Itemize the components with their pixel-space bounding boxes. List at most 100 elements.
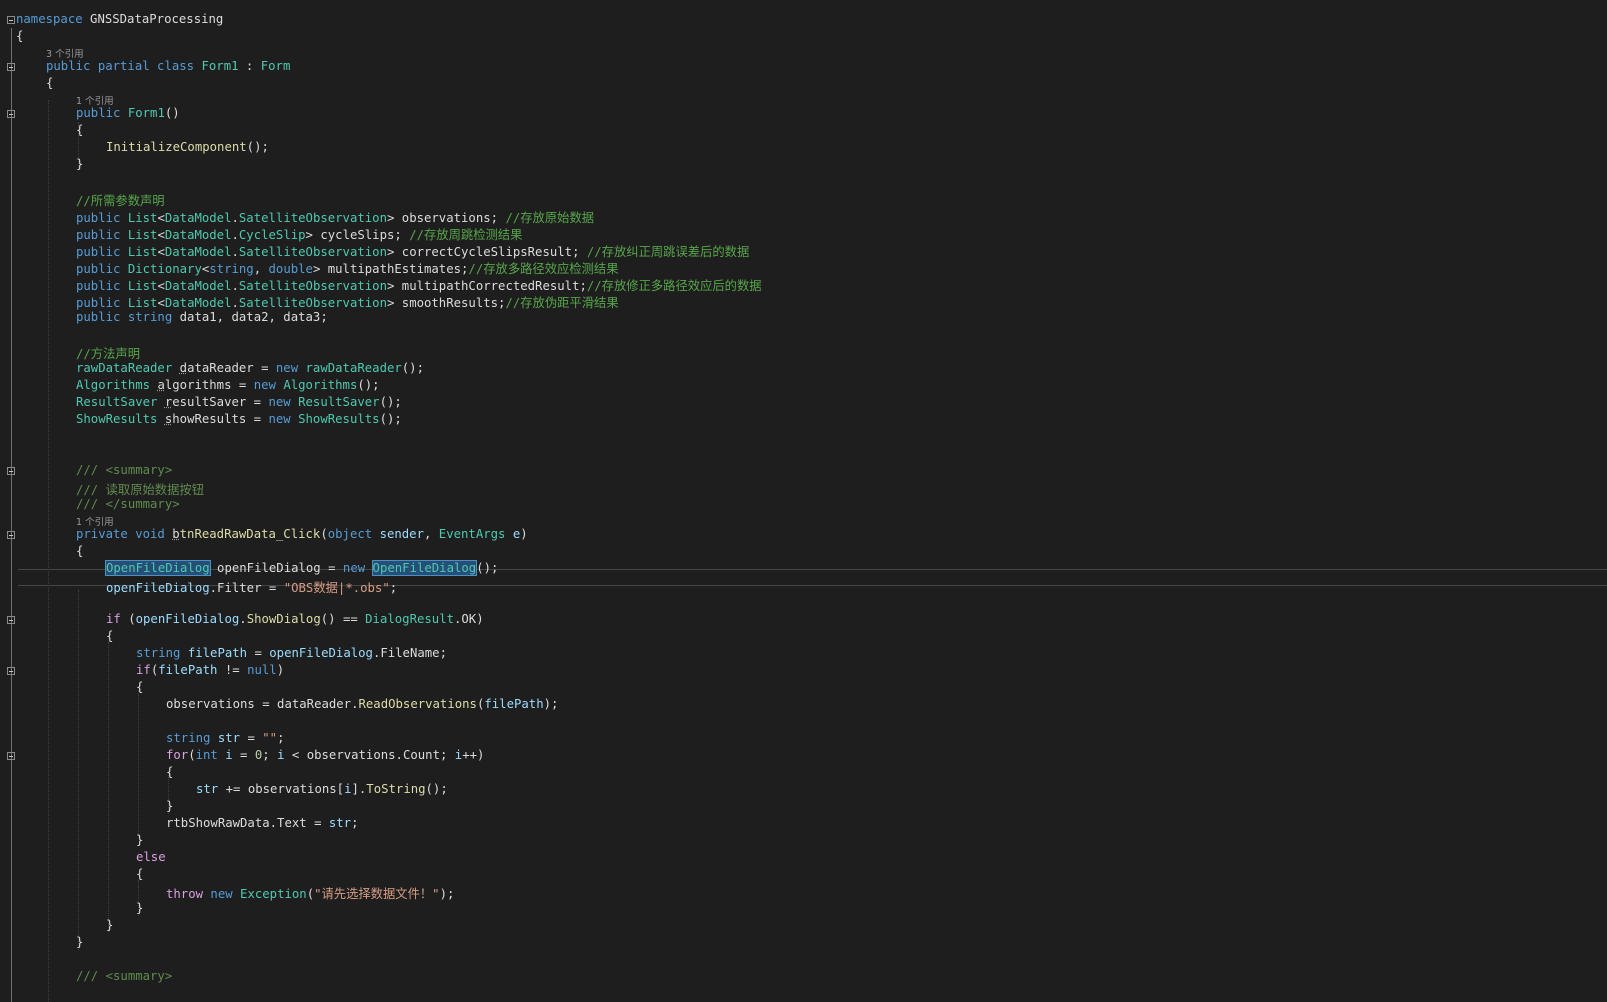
code-token: b: [172, 527, 180, 541]
code-line[interactable]: //方法声明: [76, 344, 140, 362]
code-token: null: [247, 663, 277, 677]
code-line[interactable]: string filePath = openFileDialog.FileNam…: [136, 646, 447, 660]
code-line[interactable]: }: [166, 799, 173, 813]
code-line[interactable]: Algorithms algorithms = new Algorithms()…: [76, 378, 380, 392]
code-line[interactable]: if (openFileDialog.ShowDialog() == Dialo…: [106, 612, 484, 626]
code-line[interactable]: public string data1, data2, data3;: [76, 310, 328, 324]
code-token: ].: [351, 782, 367, 796]
code-line[interactable]: public List<DataModel.SatelliteObservati…: [76, 276, 762, 294]
code-token: .: [231, 296, 239, 310]
code-token: //存放多路径效应检测结果: [468, 262, 619, 276]
code-token: openFileDialog =: [209, 561, 343, 575]
code-token: (: [320, 527, 328, 541]
code-line[interactable]: rtbShowRawData.Text = str;: [166, 816, 359, 830]
code-token: ToString: [366, 782, 426, 796]
collapse-icon[interactable]: [7, 467, 15, 475]
code-line[interactable]: {: [136, 867, 143, 881]
code-token: ShowResults: [76, 412, 158, 426]
code-token: namespace: [16, 12, 83, 26]
code-line[interactable]: public Dictionary<string, double> multip…: [76, 259, 619, 277]
code-line[interactable]: rawDataReader dataReader = new rawDataRe…: [76, 361, 424, 375]
code-line[interactable]: {: [46, 76, 53, 90]
code-token: }: [76, 935, 84, 949]
code-token: List: [127, 296, 158, 310]
code-line[interactable]: for(int i = 0; i < observations.Count; i…: [166, 748, 484, 762]
code-line[interactable]: {: [166, 765, 173, 779]
code-line[interactable]: InitializeComponent();: [106, 140, 269, 154]
code-token: new: [253, 378, 284, 392]
code-line[interactable]: public List<DataModel.CycleSlip> cycleSl…: [76, 225, 522, 243]
code-line[interactable]: {: [16, 29, 23, 43]
code-line[interactable]: public Form1(): [76, 106, 180, 120]
code-line[interactable]: /// <summary>: [76, 969, 172, 983]
code-line[interactable]: observations = dataReader.ReadObservatio…: [166, 697, 558, 711]
code-line[interactable]: }: [106, 918, 113, 932]
code-token: DataModel: [164, 279, 232, 293]
code-line[interactable]: namespace GNSSDataProcessing: [16, 12, 223, 26]
code-line[interactable]: string str = "";: [166, 731, 284, 745]
code-token: DataModel: [164, 296, 232, 310]
code-token: > observations;: [386, 211, 506, 225]
code-token: throw: [166, 887, 211, 901]
code-token: (: [128, 612, 136, 626]
code-line[interactable]: }: [136, 833, 143, 847]
code-line[interactable]: else: [136, 850, 166, 864]
code-token: <: [157, 228, 165, 242]
code-line[interactable]: {: [76, 123, 83, 137]
code-line[interactable]: {: [76, 544, 83, 558]
code-line[interactable]: }: [76, 935, 83, 949]
code-token: ReadObservations: [358, 697, 477, 711]
code-line[interactable]: if(filePath != null): [136, 663, 284, 677]
code-line[interactable]: public List<DataModel.SatelliteObservati…: [76, 242, 749, 260]
code-token: .: [231, 211, 239, 225]
code-line[interactable]: throw new Exception("请先选择数据文件！");: [166, 884, 454, 902]
code-line[interactable]: str += observations[i].ToString();: [196, 782, 448, 796]
code-line[interactable]: public List<DataModel.SatelliteObservati…: [76, 208, 594, 226]
collapse-icon[interactable]: [7, 16, 15, 24]
code-line[interactable]: ShowResults showResults = new ShowResult…: [76, 412, 402, 426]
code-editor[interactable]: namespace GNSSDataProcessing{3 个引用 public…: [0, 0, 1607, 1002]
code-line[interactable]: ResultSaver resultSaver = new ResultSave…: [76, 395, 402, 409]
collapse-icon[interactable]: [7, 531, 15, 539]
code-token: if: [136, 663, 151, 677]
collapse-icon[interactable]: [7, 110, 15, 118]
code-line[interactable]: openFileDialog.Filter = "OBS数据|*.obs";: [106, 578, 397, 596]
code-token: Form1: [201, 59, 239, 73]
code-line[interactable]: /// </summary>: [76, 497, 180, 511]
code-token: string: [136, 646, 188, 660]
code-token: {: [76, 544, 84, 558]
code-line[interactable]: /// 读取原始数据按钮: [76, 480, 204, 498]
code-token: howResults =: [172, 412, 269, 426]
code-token: .: [231, 228, 239, 242]
code-line[interactable]: public List<DataModel.SatelliteObservati…: [76, 293, 619, 311]
code-token: .OK): [454, 612, 484, 626]
code-token: filePath: [484, 697, 544, 711]
code-line[interactable]: }: [76, 157, 83, 171]
collapse-icon[interactable]: [7, 667, 15, 675]
code-token: ();: [379, 412, 402, 426]
collapse-icon[interactable]: [7, 616, 15, 624]
code-line[interactable]: private void btnReadRawData_Click(object…: [76, 527, 528, 541]
code-line[interactable]: {: [136, 680, 143, 694]
code-line[interactable]: OpenFileDialog openFileDialog = new Open…: [105, 560, 498, 576]
code-token: > cycleSlips;: [305, 228, 410, 242]
code-line[interactable]: //所需参数声明: [76, 191, 165, 209]
code-token: (): [164, 106, 180, 120]
code-token: openFileDialog: [106, 581, 210, 595]
codelens-references[interactable]: 3 个引用: [46, 46, 84, 60]
collapse-icon[interactable]: [7, 63, 15, 71]
code-line[interactable]: /// <summary>: [76, 463, 172, 477]
code-line[interactable]: public partial class Form1 : Form: [46, 59, 290, 73]
code-token: ();: [401, 361, 424, 375]
codelens-references[interactable]: 1 个引用: [76, 93, 114, 107]
code-token: public: [76, 211, 128, 225]
code-line[interactable]: {: [106, 629, 113, 643]
codelens-references[interactable]: 1 个引用: [76, 514, 114, 528]
code-line[interactable]: }: [136, 901, 143, 915]
code-token: =: [240, 731, 263, 745]
code-token: //存放周跳检测结果: [409, 228, 523, 242]
collapse-icon[interactable]: [7, 752, 15, 760]
code-token: ): [520, 527, 528, 541]
